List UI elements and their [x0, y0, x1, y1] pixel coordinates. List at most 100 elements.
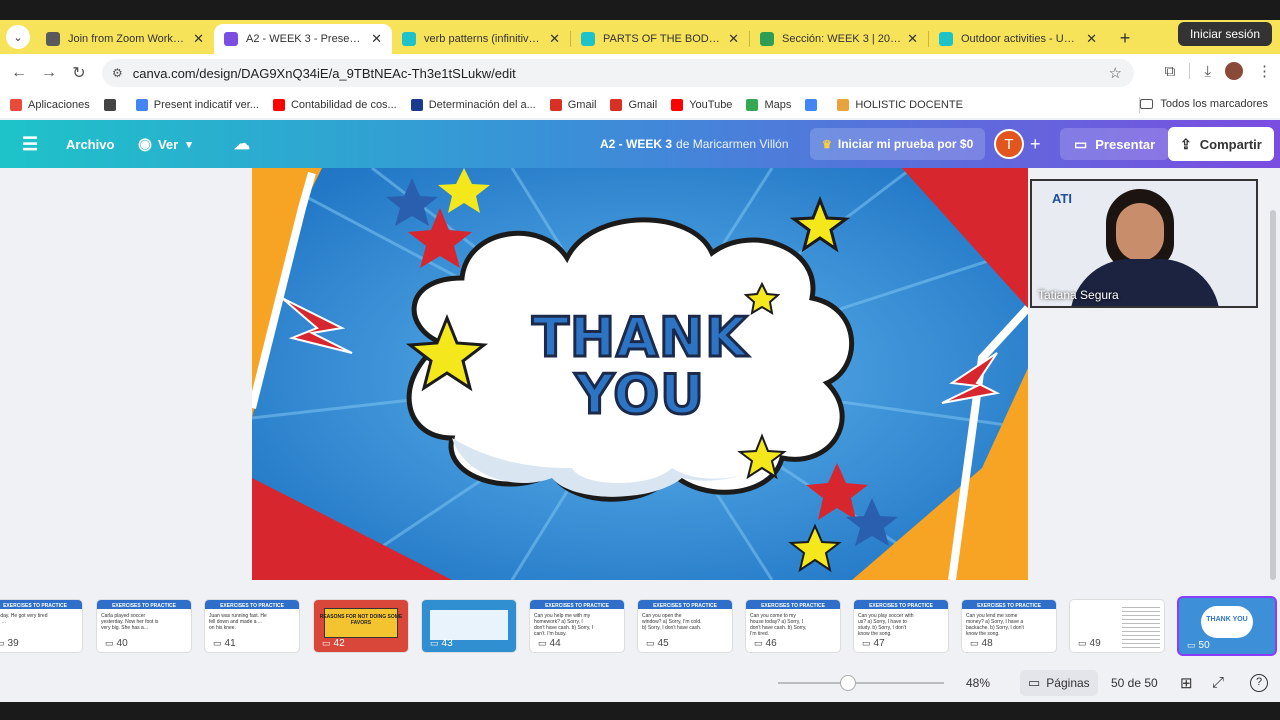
bookmark-item[interactable]: HOLISTIC DOCENTE	[837, 99, 963, 111]
address-bar[interactable]: ⚙ canva.com/design/DAG9XnQ34iE/a_9TBtNEA…	[102, 59, 1134, 87]
presentar-label: Presentar	[1095, 136, 1156, 152]
ver-menu[interactable]: ◉ Ver ▾	[138, 120, 192, 168]
thumb-text: Can you help me with my homework? a) Sor…	[534, 613, 594, 637]
presentar-button[interactable]: ▭ Presentar	[1060, 128, 1170, 160]
bookmark-item[interactable]	[805, 99, 823, 111]
zoom-slider-handle[interactable]	[839, 675, 856, 691]
bookmark-star-icon[interactable]: ☆	[1109, 64, 1122, 82]
close-tab-icon[interactable]: ✕	[1086, 31, 1097, 47]
browser-tab[interactable]: A2 - WEEK 3 - Presentación ✕	[214, 24, 392, 54]
tab-favicon-icon	[581, 32, 595, 46]
close-tab-icon[interactable]: ✕	[193, 31, 204, 47]
bookmark-item[interactable]: Contabilidad de cos...	[272, 99, 397, 111]
video-call-tile[interactable]: ATI Tatiana Segura	[1030, 179, 1258, 308]
browser-tab[interactable]: Sección: WEEK 3 | 2025 CU ✕	[750, 24, 928, 54]
page-thumbnail[interactable]: EXERCISES TO PRACTICE Can you come to my …	[746, 600, 840, 652]
thumb-page-number: ▭ 41	[213, 638, 236, 649]
bookmark-item[interactable]: Maps	[746, 99, 791, 111]
browser-tab[interactable]: Outdoor activities - Une la ✕	[929, 24, 1107, 54]
thumb-text: ...today. He got very tired and ...	[0, 613, 48, 625]
all-bookmarks-label: Todos los marcadores	[1160, 98, 1268, 110]
thumb-title: THANK YOU	[1206, 616, 1248, 623]
grid-view-icon[interactable]: ⊞	[1180, 674, 1193, 692]
signin-button[interactable]: Iniciar sesión	[1177, 22, 1272, 46]
zoom-slider-track[interactable]	[778, 682, 944, 684]
close-tab-icon[interactable]: ✕	[549, 31, 560, 47]
close-tab-icon[interactable]: ✕	[728, 31, 739, 47]
download-icon[interactable]: ⤓	[1204, 63, 1211, 80]
help-icon[interactable]: ?	[1250, 674, 1268, 692]
cloud-save-icon[interactable]: ☁	[234, 120, 250, 168]
thumb-page-number: ▭ 48	[970, 638, 993, 649]
tab-favicon-icon	[939, 32, 953, 46]
add-collaborator-icon[interactable]: +	[1030, 120, 1041, 168]
zoom-level[interactable]: 48%	[966, 676, 990, 690]
bookmark-label: YouTube	[689, 99, 733, 111]
compartir-label: Compartir	[1199, 136, 1262, 152]
page-thumbnail[interactable]: EXERCISES TO PRACTICE Can you lend me som…	[962, 600, 1056, 652]
close-tab-icon[interactable]: ✕	[907, 31, 918, 47]
pages-icon: ▭	[1028, 675, 1041, 690]
browser-tab[interactable]: Join from Zoom Workplace ✕	[36, 24, 214, 54]
bookmark-item[interactable]: Present indicatif ver...	[135, 99, 259, 111]
more-menu-icon[interactable]: ⋮	[1257, 62, 1272, 80]
bookmark-item[interactable]: YouTube	[671, 99, 732, 111]
page-thumbnail[interactable]: EXERCISES TO PRACTICE Can you open the wi…	[638, 600, 732, 652]
site-info-icon[interactable]: ⚙	[112, 66, 123, 80]
page-thumbnail[interactable]: EXERCISES TO PRACTICE Juan was running fa…	[205, 600, 299, 652]
comment-icon: ▭	[970, 638, 979, 648]
page-thumbnail[interactable]: THANK YOU ▭ 50	[1179, 598, 1275, 654]
bookmarks-bar: Aplicaciones Present indicatif ver... Cont…	[0, 92, 1280, 118]
fullscreen-icon[interactable]: ⤢	[1212, 674, 1224, 691]
hamburger-menu-icon[interactable]: ☰	[22, 120, 38, 168]
bookmark-favicon-icon	[135, 99, 148, 111]
trial-button[interactable]: ♛ Iniciar mi prueba por $0	[810, 128, 986, 160]
new-tab-button[interactable]: +	[1113, 26, 1137, 50]
bookmark-label: Present indicatif ver...	[153, 99, 259, 111]
page-thumbnail[interactable]: REASONS FOR NOT DOING SOME FAVORS ▭ 42	[314, 600, 408, 652]
tab-label: Outdoor activities - Une la	[961, 33, 1081, 45]
slide-canvas[interactable]: THANK YOU	[252, 168, 1028, 580]
browser-tab-bar: ⌄ Join from Zoom Workplace ✕ A2 - WEEK 3 -…	[0, 20, 1280, 54]
vertical-scrollbar[interactable]	[1270, 210, 1276, 580]
thumb-text: Can you play soccer with us? a) Sorry, I…	[858, 613, 914, 637]
page-thumbnail[interactable]: EXERCISES TO PRACTICE Can you help me wit…	[530, 600, 624, 652]
page-thumbnail[interactable]: EXERCISES TO PRACTICE Carla played soccer…	[97, 600, 191, 652]
close-tab-icon[interactable]: ✕	[371, 31, 382, 47]
all-bookmarks-button[interactable]: Todos los marcadores	[1140, 98, 1268, 110]
thumb-title: EXERCISES TO PRACTICE	[3, 603, 67, 609]
document-title[interactable]: A2 - WEEK 3 de Maricarmen Villón	[600, 120, 789, 168]
bookmark-item[interactable]: Gmail	[549, 99, 596, 111]
browser-tab[interactable]: PARTS OF THE BODY - Une ✕	[571, 24, 749, 54]
page-thumbnail[interactable]: ▭ 43	[422, 600, 516, 652]
tab-search-button[interactable]: ⌄	[6, 25, 30, 49]
page-thumbnail[interactable]: EXERCISES TO PRACTICE Can you play soccer…	[854, 600, 948, 652]
thumb-title: EXERCISES TO PRACTICE	[977, 603, 1041, 609]
os-top-bar	[0, 0, 1280, 20]
pages-button[interactable]: ▭ Páginas	[1020, 670, 1098, 696]
bookmark-item[interactable]: Determinación del a...	[410, 99, 536, 111]
present-icon: ▭	[1074, 135, 1088, 152]
back-arrow-icon[interactable]: ←	[4, 64, 34, 82]
page-thumbnail[interactable]: ▭ 49	[1070, 600, 1164, 652]
reload-icon[interactable]: ↻	[64, 63, 94, 83]
thumb-text: Can you lend me some money? a) Sorry, I …	[966, 613, 1024, 637]
thumb-title: REASONS FOR NOT DOING SOME FAVORS	[319, 614, 403, 626]
doc-title-text: A2 - WEEK 3	[600, 137, 673, 151]
thumb-number-label: 44	[549, 638, 561, 649]
bookmark-item[interactable]: Aplicaciones	[10, 99, 90, 111]
browser-tab[interactable]: verb patterns (infinitive x g ✕	[392, 24, 570, 54]
thumb-page-number: ▭ 43	[430, 638, 453, 649]
forward-arrow-icon[interactable]: →	[34, 64, 64, 82]
extensions-icon[interactable]: ⧉	[1165, 63, 1176, 80]
compartir-button[interactable]: ⇪ Compartir	[1168, 127, 1274, 161]
page-thumbnail[interactable]: EXERCISES TO PRACTICE ...today. He got ve…	[0, 600, 82, 652]
archivo-menu[interactable]: Archivo	[66, 120, 114, 168]
bookmark-item[interactable]	[103, 99, 122, 111]
user-avatar[interactable]: T	[994, 129, 1024, 159]
tab-label: Sección: WEEK 3 | 2025 CU	[782, 33, 902, 45]
thumb-number-label: 40	[116, 638, 128, 649]
profile-avatar[interactable]	[1225, 62, 1243, 80]
canva-footer: 48% ▭ Páginas 50 de 50 ⊞ ⤢ ?	[0, 664, 1280, 702]
bookmark-item[interactable]: Gmail	[610, 99, 657, 111]
